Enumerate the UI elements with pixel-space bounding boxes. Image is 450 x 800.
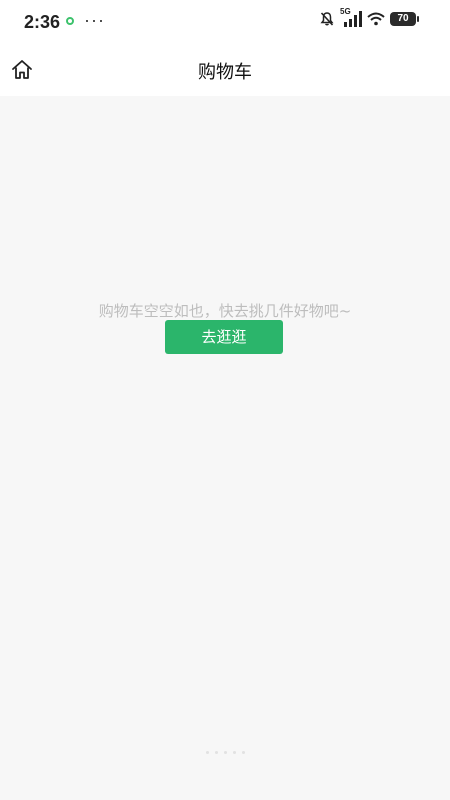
header: 购物车 — [0, 44, 450, 96]
status-bar: 2:36 ··· 5G 70 — [0, 0, 450, 44]
page-indicator — [0, 751, 450, 754]
more-notifications-icon: ··· — [84, 10, 105, 30]
network-type: 5G — [340, 7, 351, 16]
page-dot — [214, 751, 218, 754]
empty-cart-message: 购物车空空如也，快去挑几件好物吧~ — [98, 302, 352, 320]
status-time: 2:36 — [24, 12, 61, 32]
page-dot — [223, 751, 227, 754]
cellular-signal-icon: 5G — [340, 7, 362, 28]
page-dot — [205, 751, 209, 754]
battery-indicator: 70 — [390, 12, 419, 26]
notification-dot-icon — [66, 17, 74, 25]
bell-off-icon — [320, 12, 334, 26]
go-shopping-button[interactable]: 去逛逛 — [165, 320, 283, 354]
page-dot — [241, 751, 245, 754]
page-title: 购物车 — [198, 62, 252, 83]
wifi-icon — [367, 12, 385, 26]
page-dot — [232, 751, 236, 754]
status-icons: 5G 70 — [319, 7, 419, 29]
cart-empty-state: 购物车空空如也，快去挑几件好物吧~ 去逛逛 — [0, 96, 450, 800]
